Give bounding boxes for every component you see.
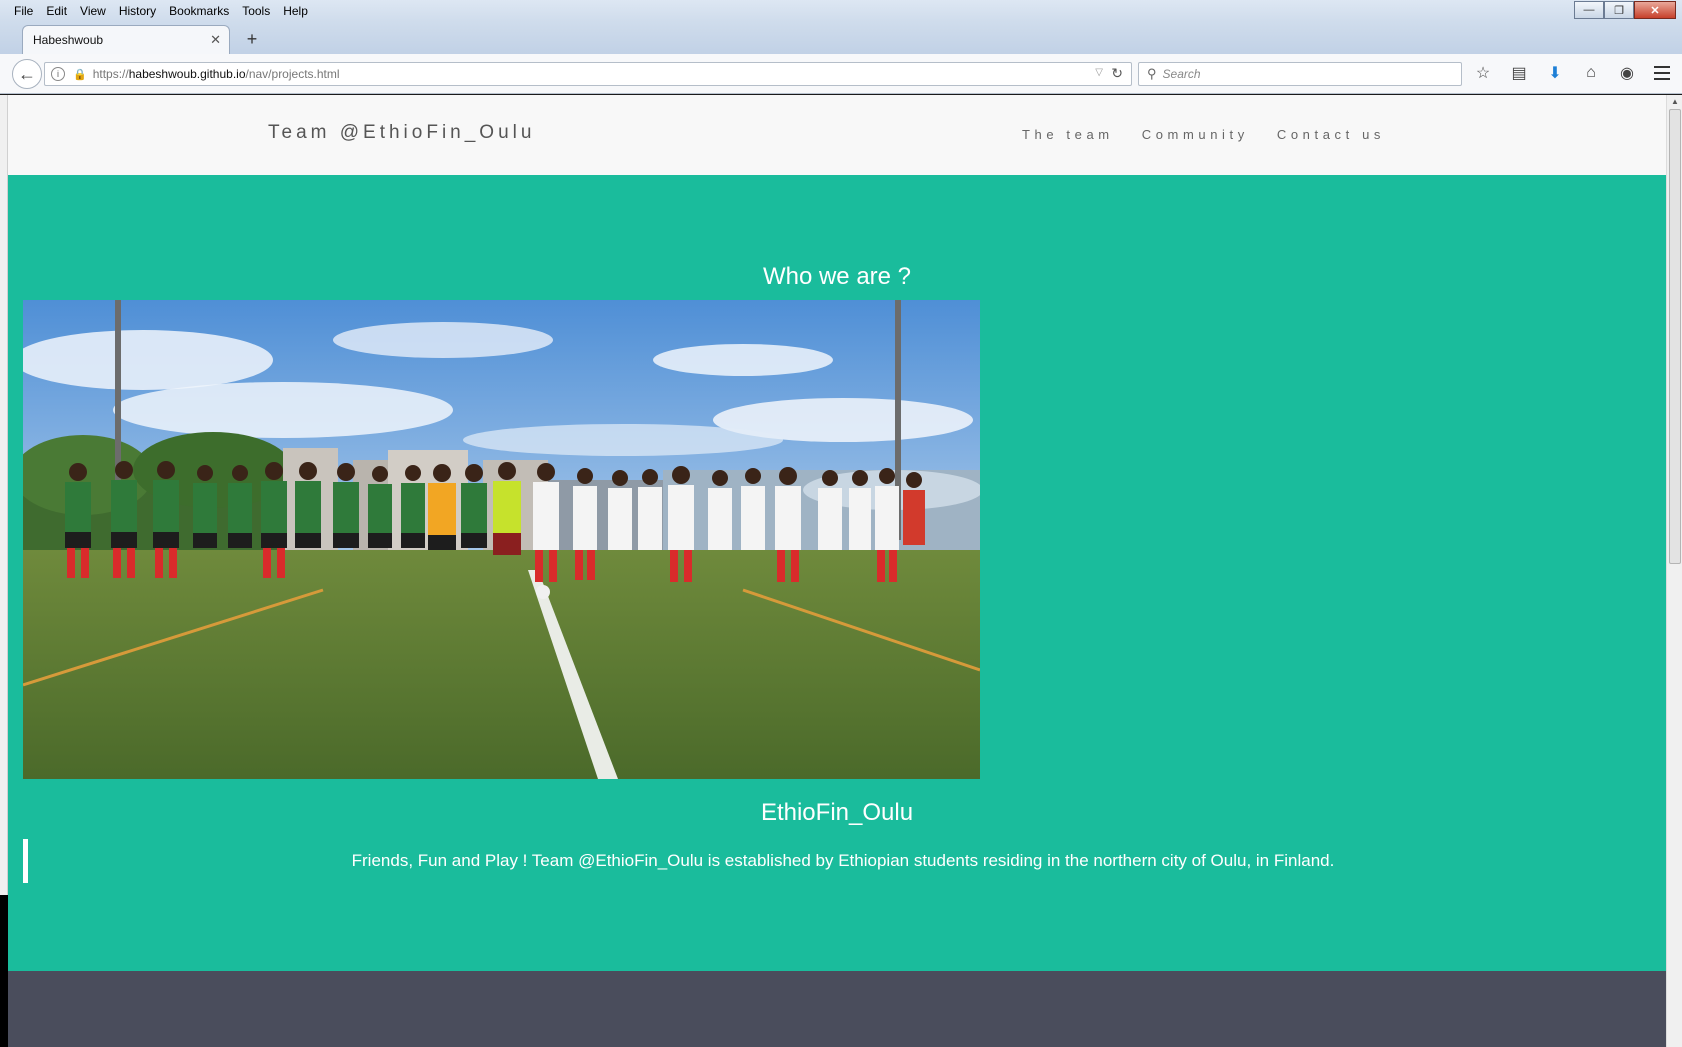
menu-bookmarks[interactable]: Bookmarks	[162, 1, 235, 21]
url-host: habeshwoub.github.io	[128, 67, 246, 81]
site-nav: The team Community Contact us	[1022, 127, 1385, 142]
menu-view[interactable]: View	[73, 1, 112, 21]
back-button[interactable]: ←	[12, 59, 42, 89]
menu-edit[interactable]: Edit	[39, 1, 73, 21]
restore-button[interactable]: ❐	[1604, 1, 1634, 19]
team-description: Friends, Fun and Play ! Team @EthioFin_O…	[351, 851, 1335, 870]
nav-link-contact-us[interactable]: Contact us	[1277, 127, 1385, 142]
address-bar[interactable]: i 🔒 https://habeshwoub.github.io/nav/pro…	[44, 62, 1132, 86]
url-dropdown-icon[interactable]: ▽	[1095, 67, 1103, 78]
tab-title: Habeshwoub	[33, 33, 104, 47]
site-brand[interactable]: Team @EthioFin_Oulu	[268, 122, 535, 144]
new-tab-button[interactable]: +	[242, 29, 262, 50]
reading-list-icon[interactable]: ▤	[1508, 62, 1530, 84]
home-icon[interactable]: ⌂	[1580, 62, 1602, 84]
team-description-quote: Friends, Fun and Play ! Team @EthioFin_O…	[23, 839, 1653, 883]
menu-bar: File Edit View History Bookmarks Tools H…	[0, 0, 1682, 22]
close-window-button[interactable]: ✕	[1634, 1, 1676, 19]
search-placeholder: Search	[1162, 67, 1201, 81]
menu-help[interactable]: Help	[276, 1, 314, 21]
menu-tools[interactable]: Tools	[235, 1, 276, 21]
browser-tab[interactable]: Habeshwoub ✕	[22, 25, 230, 54]
toolbar-icons: ☆ ▤ ⬇ ⌂ ◉	[1472, 62, 1638, 84]
url-scheme: https://	[92, 67, 129, 81]
nav-link-community[interactable]: Community	[1142, 127, 1249, 142]
pocket-icon[interactable]: ◉	[1616, 62, 1638, 84]
site-header: Team @EthioFin_Oulu The team Community C…	[8, 95, 1666, 175]
hamburger-menu-icon[interactable]	[1654, 66, 1670, 80]
reload-icon[interactable]: ↻	[1111, 65, 1123, 82]
menu-file[interactable]: File	[0, 1, 39, 21]
left-gutter	[0, 95, 8, 1047]
download-icon[interactable]: ⬇	[1544, 62, 1566, 84]
bookmark-star-icon[interactable]: ☆	[1472, 62, 1494, 84]
hero-section: Who we are ? EthioFin_Oulu Friends, Fun …	[8, 175, 1666, 971]
footer-band	[8, 971, 1666, 1047]
page-viewport: Team @EthioFin_Oulu The team Community C…	[8, 95, 1666, 1047]
vertical-scrollbar[interactable]: ▲	[1666, 95, 1682, 1047]
nav-link-the-team[interactable]: The team	[1022, 127, 1114, 142]
section-heading: Who we are ?	[762, 263, 912, 290]
close-tab-icon[interactable]: ✕	[210, 32, 221, 48]
url-path: /nav/projects.html	[245, 67, 340, 81]
window-controls: — ❐ ✕	[1574, 1, 1676, 19]
search-bar[interactable]: ⚲ Search	[1138, 62, 1462, 86]
tab-strip: Habeshwoub ✕ +	[0, 22, 1682, 54]
scroll-up-icon[interactable]: ▲	[1671, 97, 1679, 106]
team-photo	[23, 300, 980, 779]
lock-icon: 🔒	[73, 68, 87, 81]
scroll-thumb[interactable]	[1669, 109, 1681, 564]
minimize-button[interactable]: —	[1574, 1, 1604, 19]
site-info-icon[interactable]: i	[51, 67, 65, 81]
navigation-toolbar: ← i 🔒 https://habeshwoub.github.io/nav/p…	[0, 54, 1682, 94]
search-icon: ⚲	[1147, 66, 1157, 81]
team-name-heading: EthioFin_Oulu	[760, 799, 914, 826]
menu-history[interactable]: History	[112, 1, 162, 21]
